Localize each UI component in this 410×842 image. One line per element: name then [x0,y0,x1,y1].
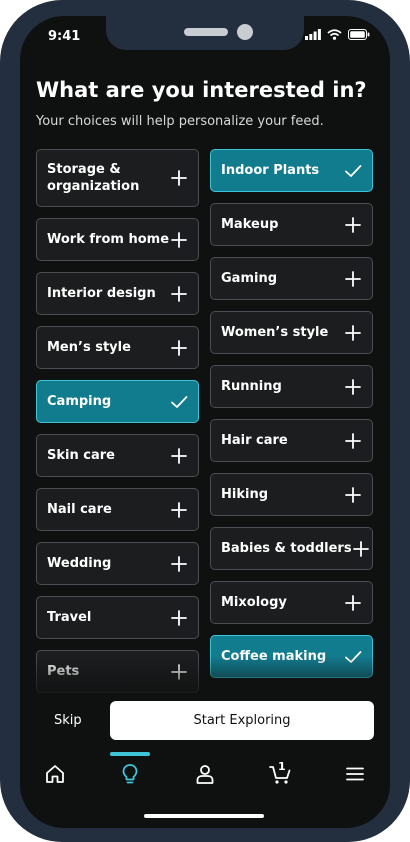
plus-icon [171,447,187,464]
plus-icon [171,231,187,248]
interest-chip-label: Men’s style [47,340,131,355]
interest-chip[interactable]: Women’s style [210,311,373,354]
speaker [184,28,228,36]
home-icon[interactable] [43,762,67,786]
interest-chip-label: Nail care [47,502,112,517]
interest-chip-label: Gaming [221,271,278,286]
home-indicator [144,814,264,818]
interest-chip-label: Women’s style [221,325,329,340]
plus-icon [345,432,361,449]
camera [237,24,253,40]
interest-chip-label: Running [221,379,282,394]
person-icon[interactable] [193,762,217,786]
interest-chip[interactable]: Wedding [36,542,199,585]
plus-icon [171,285,187,302]
menu-icon[interactable] [343,762,367,786]
interest-chip[interactable]: Running [210,365,373,408]
interest-chip-label: Storage & organization [47,162,140,194]
interest-chip[interactable]: Mixology [210,581,373,624]
interest-chip[interactable]: Nail care [36,488,199,531]
interest-chip[interactable]: Skin care [36,434,199,477]
interest-chip-label: Indoor Plants [221,163,320,178]
plus-icon [171,339,187,356]
interest-chip[interactable]: Work from home [36,218,199,261]
interest-chip[interactable]: Storage & organization [36,149,199,207]
app-screen: 9:41 What are you interested in? Your ch… [20,16,390,828]
interest-chip[interactable]: Hair care [210,419,373,462]
plus-icon [171,501,187,518]
check-icon [345,164,362,177]
signal-icon [305,29,321,40]
check-icon [171,395,188,408]
page-title: What are you interested in? [36,78,367,102]
interest-chip[interactable]: Indoor Plants [210,149,373,192]
plus-icon [345,324,361,341]
list-fade [20,656,390,696]
interest-chip[interactable]: Hiking [210,473,373,516]
wifi-icon [327,29,342,40]
interest-chip-label: Work from home [47,232,170,247]
interest-chip[interactable]: Babies & toddlers [210,527,373,570]
phone-frame: 9:41 What are you interested in? Your ch… [0,0,410,842]
plus-icon [345,594,361,611]
interest-chip[interactable]: Interior design [36,272,199,315]
status-icons [305,29,370,40]
plus-icon [345,486,361,503]
interest-chip-label: Skin care [47,448,115,463]
plus-icon [345,216,361,233]
interest-chip-label: Hiking [221,487,268,502]
plus-icon [345,270,361,287]
page-subtitle: Your choices will help personalize your … [36,114,324,129]
interest-chip[interactable]: Gaming [210,257,373,300]
interest-chip[interactable]: Camping [36,380,199,423]
interest-chip[interactable]: Makeup [210,203,373,246]
active-tab-indicator [110,752,150,756]
interest-chip-label: Camping [47,394,112,409]
interest-chip-label: Mixology [221,595,287,610]
interest-chip-label: Hair care [221,433,288,448]
plus-icon [171,555,187,572]
interest-chip-label: Babies & toddlers [221,541,352,556]
plus-icon [345,378,361,395]
plus-icon [352,540,369,557]
plus-icon [171,170,187,186]
notch [106,16,304,50]
interest-chip-label: Interior design [47,286,156,301]
interest-chip-label: Wedding [47,556,112,571]
status-time: 9:41 [48,29,81,44]
start-exploring-button[interactable]: Start Exploring [110,701,374,740]
interest-chip-label: Makeup [221,217,279,232]
cart-count: 1 [278,760,286,773]
interest-chip[interactable]: Men’s style [36,326,199,369]
skip-button[interactable]: Skip [54,713,82,728]
lightbulb-icon[interactable] [118,762,142,786]
battery-icon [348,29,370,40]
interest-chip-label: Travel [47,610,92,625]
plus-icon [171,609,187,626]
interest-chip[interactable]: Travel [36,596,199,639]
